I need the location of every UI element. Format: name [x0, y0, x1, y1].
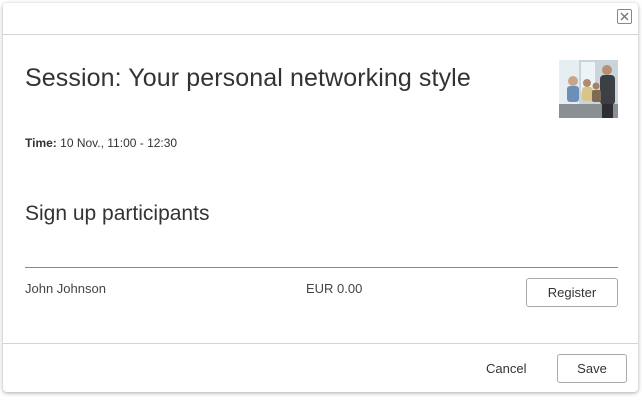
- time-label: Time:: [25, 136, 57, 150]
- participants-divider: [25, 267, 618, 268]
- participant-name: John Johnson: [25, 281, 106, 296]
- session-title: Session: Your personal networking style: [25, 64, 471, 92]
- signup-heading: Sign up participants: [25, 202, 210, 225]
- session-time: Time: 10 Nov., 11:00 - 12:30: [25, 136, 177, 150]
- session-photo: [559, 60, 618, 118]
- close-button[interactable]: [617, 9, 632, 24]
- save-button[interactable]: Save: [557, 354, 627, 383]
- participant-price: EUR 0.00: [306, 281, 363, 296]
- time-value: 10 Nov., 11:00 - 12:30: [60, 136, 178, 150]
- close-icon: [620, 12, 629, 21]
- cancel-button[interactable]: Cancel: [486, 361, 526, 376]
- footer-divider: [3, 343, 638, 344]
- session-dialog: Session: Your personal networking style …: [3, 3, 638, 392]
- register-button[interactable]: Register: [526, 278, 618, 307]
- dialog-topbar: [3, 3, 638, 35]
